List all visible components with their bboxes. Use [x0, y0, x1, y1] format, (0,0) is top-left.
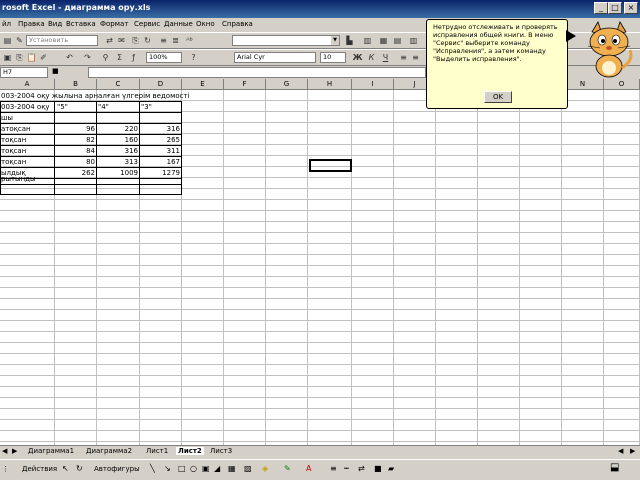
tab-diagram1[interactable]: Диаграмма1 — [28, 447, 74, 455]
menu-help[interactable]: Справка — [222, 20, 253, 28]
paste-icon[interactable]: ⎘ — [130, 35, 141, 46]
tab-sheet2[interactable]: Лист2 — [176, 447, 204, 455]
rectangle-icon[interactable]: □ — [178, 464, 186, 473]
formula-input[interactable] — [88, 67, 426, 78]
selected-cell[interactable] — [309, 159, 352, 172]
office-assistant-cat-icon[interactable] — [582, 20, 636, 78]
spell-icon[interactable]: ᴬᵇ — [184, 35, 195, 46]
refresh-icon[interactable]: ↻ — [142, 35, 153, 46]
tab-sheet3[interactable]: Лист3 — [210, 447, 232, 455]
save-icon[interactable]: ▣ — [2, 52, 13, 63]
track-icon[interactable]: ⇄ — [104, 35, 115, 46]
hyperlink-icon[interactable]: ⚲ — [100, 52, 111, 63]
resize-grip-icon: ⬓ — [610, 462, 620, 473]
paste-icon-2[interactable]: 📋 — [26, 52, 37, 63]
redo-icon[interactable]: ↷ — [82, 52, 93, 63]
table-icon[interactable]: ▤ — [392, 35, 403, 46]
window-title: rosoft Excel - диаграмма ору.xls — [2, 3, 151, 12]
clipart-icon[interactable]: ▦ — [228, 464, 236, 473]
formula-content: ■ — [52, 67, 59, 75]
font-combo[interactable]: Arial Cyr — [234, 52, 316, 63]
menu-format[interactable]: Формат — [100, 20, 128, 28]
minimize-button[interactable]: _ — [594, 2, 608, 14]
wordart-icon[interactable]: ◢ — [214, 464, 220, 473]
autoshapes-menu[interactable]: Автофигуры — [94, 465, 140, 473]
tab-nav-next-icon[interactable]: ▶ — [12, 447, 17, 455]
undo-icon[interactable]: ↶ — [64, 52, 75, 63]
menu-view[interactable]: Вид — [48, 20, 62, 28]
comment-icon[interactable]: ✉ — [116, 35, 127, 46]
assistant-message: Нетрудно отслеживать и проверять исправл… — [433, 23, 558, 63]
line-color-icon[interactable]: ✎ — [284, 464, 291, 473]
list-icon-2[interactable]: ≣ — [170, 35, 181, 46]
actions-menu[interactable]: Действия — [22, 465, 57, 473]
tab-diagram2[interactable]: Диаграмма2 — [86, 447, 132, 455]
maximize-button[interactable]: □ — [608, 2, 622, 14]
italic-icon[interactable]: К — [366, 52, 377, 63]
align-left-icon[interactable]: ≡ — [398, 52, 409, 63]
zoom-combo[interactable]: 100% — [146, 52, 182, 63]
table-borders — [0, 101, 182, 195]
line-icon[interactable]: ╲ — [150, 464, 155, 473]
size-combo[interactable]: 10 — [320, 52, 346, 63]
new-icon[interactable]: ▤ — [2, 35, 13, 46]
align-center-icon[interactable]: ≡ — [410, 52, 421, 63]
autosum-icon[interactable]: Σ — [114, 52, 125, 63]
hscroll-right-icon[interactable]: ▶ — [630, 447, 635, 455]
edit-comment-icon[interactable]: ✎ — [14, 35, 25, 46]
format-painter-icon[interactable]: ✐ — [38, 52, 49, 63]
hscroll-left-icon[interactable]: ◀ — [618, 447, 623, 455]
menu-edit[interactable]: Правка — [18, 20, 45, 28]
copy-icon[interactable]: ⎘ — [14, 52, 25, 63]
select-arrow-icon[interactable]: ↖ — [62, 464, 69, 473]
bycol-icon[interactable]: ▥ — [408, 35, 419, 46]
function-icon[interactable]: ƒ — [128, 52, 139, 63]
menu-window[interactable]: Окно — [196, 20, 215, 28]
help-icon[interactable]: ? — [188, 52, 199, 63]
sheet-tab-bar: ◀ ▶ Диаграмма1 Диаграмма2 Лист1 Лист2 Ли… — [0, 445, 640, 459]
menu-file[interactable]: йл — [2, 20, 11, 28]
name-box[interactable]: H7 — [0, 67, 48, 78]
ok-button[interactable]: OK — [484, 91, 512, 103]
fill-color-icon[interactable]: ◈ — [262, 464, 268, 473]
chart-icon[interactable]: ▙ — [344, 35, 355, 46]
3d-icon[interactable]: ▰ — [388, 464, 394, 473]
review-combo[interactable]: Установить — [26, 35, 98, 46]
tab-sheet1[interactable]: Лист1 — [146, 447, 168, 455]
menu-tools[interactable]: Сервис — [134, 20, 160, 28]
bold-icon[interactable]: Ж — [352, 52, 363, 63]
title-bar: rosoft Excel - диаграмма ору.xls _ □ × — [0, 0, 640, 18]
dash-style-icon[interactable]: ┅ — [344, 464, 349, 473]
font-color-icon[interactable]: A — [306, 464, 311, 473]
textbox-icon[interactable]: ▣ — [202, 464, 210, 473]
line-style-icon[interactable]: ≡ — [330, 464, 337, 473]
drawbar-grip-icon: ⋮ — [2, 465, 9, 473]
arrow-icon[interactable]: ↘ — [164, 464, 171, 473]
list-icon[interactable]: ≡ — [158, 35, 169, 46]
underline-icon[interactable]: Ч — [380, 52, 391, 63]
menu-data[interactable]: Данные — [164, 20, 193, 28]
menu-insert[interactable]: Вставка — [66, 20, 96, 28]
oval-icon[interactable]: ○ — [190, 464, 197, 473]
rotate-icon[interactable]: ↻ — [76, 464, 83, 473]
arrow-style-icon[interactable]: ⇄ — [358, 464, 365, 473]
picture-icon[interactable]: ▨ — [244, 464, 252, 473]
tab-nav-first-icon[interactable]: ◀ — [2, 447, 7, 455]
shadow-icon[interactable]: ■ — [374, 464, 382, 473]
blank-combo[interactable]: ▼ — [232, 35, 340, 46]
balloon-tail — [566, 30, 576, 42]
close-button[interactable]: × — [624, 2, 638, 14]
assistant-balloon: Нетрудно отслеживать и проверять исправл… — [426, 19, 568, 109]
legend-icon[interactable]: ▦ — [378, 35, 389, 46]
chart-type-icon[interactable]: ▥ — [362, 35, 373, 46]
spreadsheet-grid[interactable]: ABCDEFGHIJKLMNO 003-2004 оқу жылына арна… — [0, 79, 640, 445]
drawing-toolbar: ⋮ Действия ↖ ↻ Автофигуры ╲ ↘ □ ○ ▣ ◢ ▦ … — [0, 459, 640, 480]
